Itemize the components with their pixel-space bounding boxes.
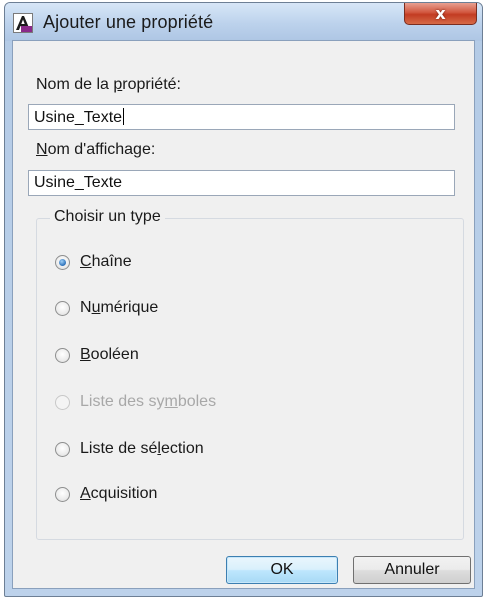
radio-label: Numérique	[80, 299, 159, 316]
radio-unchecked-icon[interactable]	[55, 348, 70, 363]
radio-unchecked-icon[interactable]	[55, 487, 70, 502]
radio-unchecked-icon[interactable]	[55, 442, 70, 457]
text-caret	[123, 108, 125, 125]
property-name-input[interactable]: Usine_Texte	[28, 104, 455, 130]
ok-button[interactable]: OK	[226, 556, 338, 584]
type-group-legend: Choisir un type	[50, 208, 165, 226]
property-name-label: Nom de la propriété:	[36, 76, 181, 93]
radio-label: Acquisition	[80, 485, 158, 502]
cancel-button[interactable]: Annuler	[353, 556, 471, 584]
display-name-input[interactable]: Usine_Texte	[28, 170, 455, 196]
radio-unchecked-icon[interactable]	[55, 301, 70, 316]
radio-label: Chaîne	[80, 253, 132, 270]
display-name-label: Nom d'affichage:	[36, 141, 156, 158]
radio-label: Booléen	[80, 346, 139, 363]
radio-label: Liste de sélection	[80, 440, 204, 457]
radio-disabled-icon	[55, 395, 70, 410]
radio-checked-icon[interactable]	[55, 255, 70, 270]
radio-label: Liste des symboles	[80, 393, 217, 410]
